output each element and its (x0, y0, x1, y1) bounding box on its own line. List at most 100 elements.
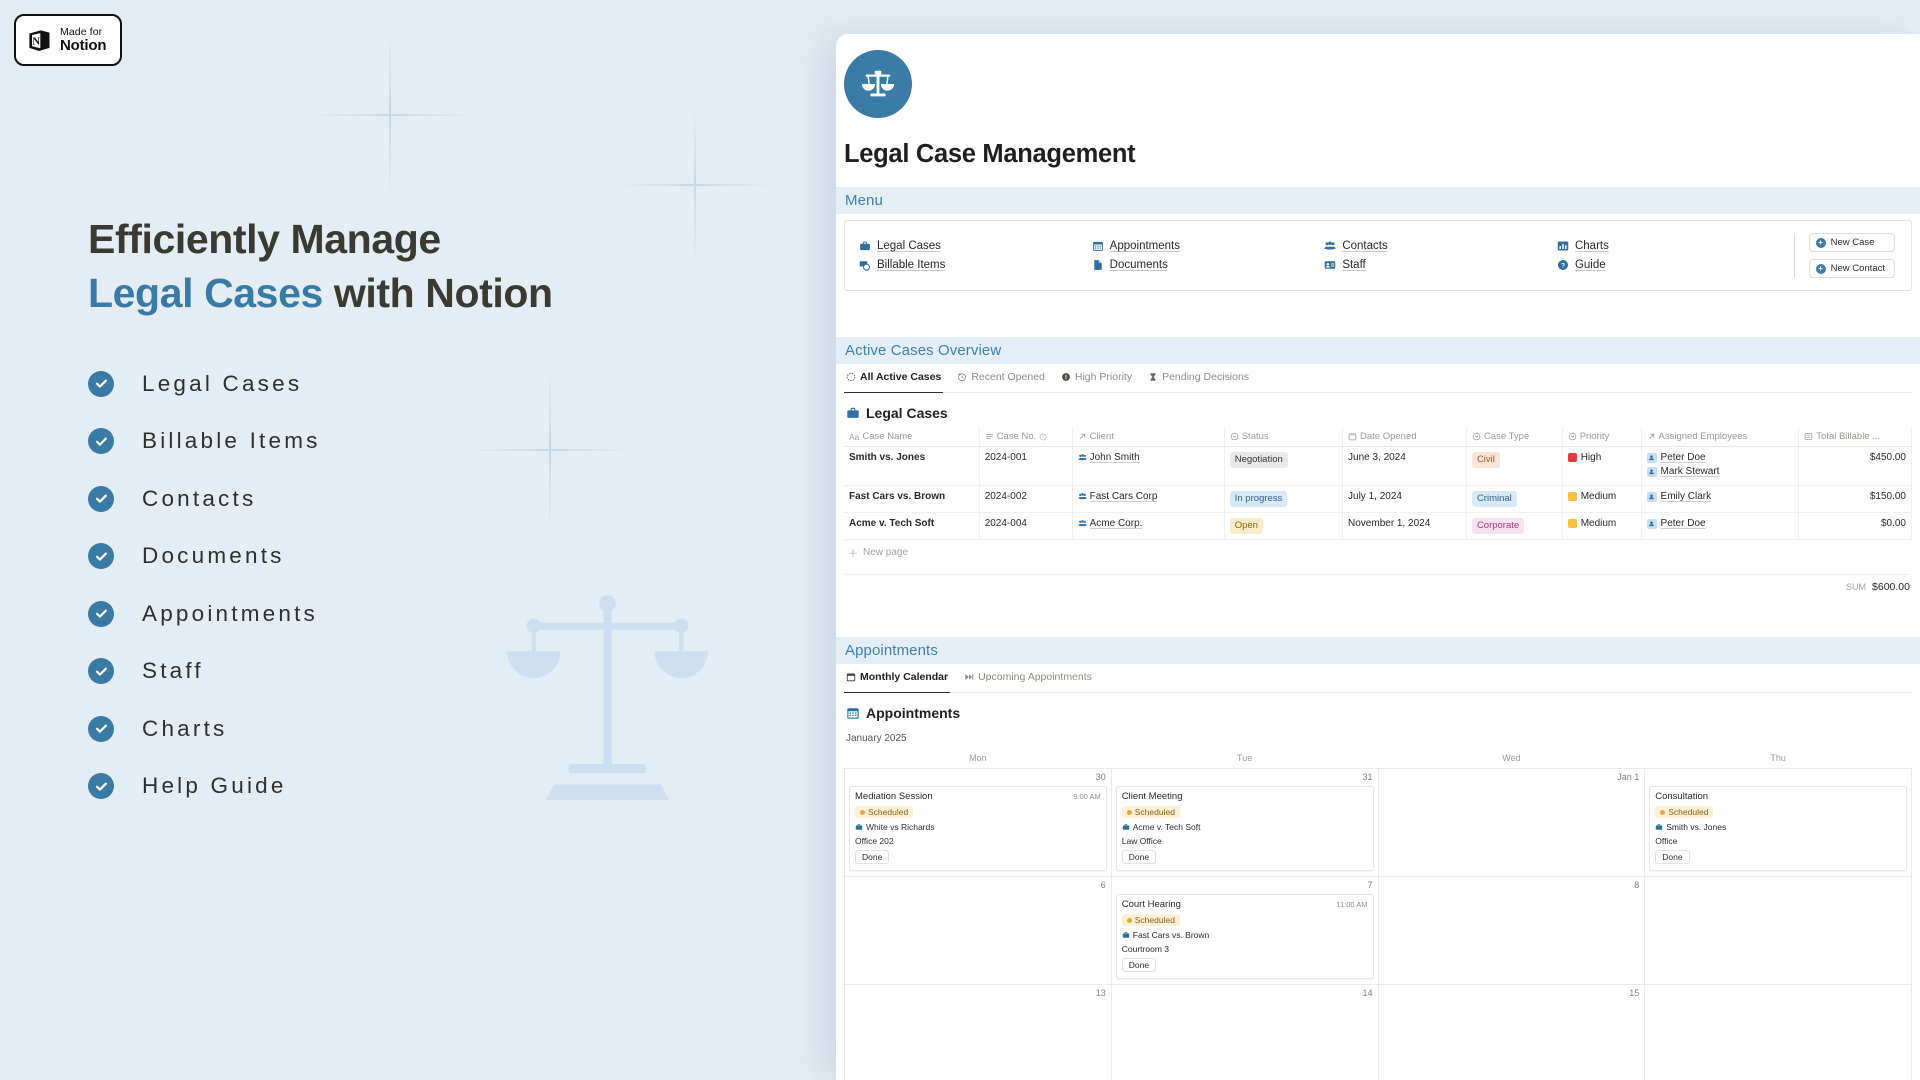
tab-pending-decisions[interactable]: Pending Decisions (1148, 371, 1249, 387)
menu-item-label: Contacts (1342, 240, 1388, 252)
cases-view-tabs: All Active Cases Recent Opened High Prio… (843, 364, 1912, 393)
calendar-week-row: 6 7 Court Hearing 11:00 AM Scheduled Fast… (844, 876, 1912, 985)
col-label: Case Type (1483, 431, 1530, 442)
menu-item-billable-items[interactable]: Billable Items (859, 259, 1092, 271)
menu-item-guide[interactable]: ? Guide (1557, 259, 1790, 271)
calendar-event[interactable]: Mediation Session 9:00 AM Scheduled White… (849, 786, 1107, 871)
menu-item-appointments[interactable]: Appointments (1092, 240, 1325, 252)
event-title: Client Meeting (1121, 791, 1183, 802)
col-case-type[interactable]: Case Type (1466, 427, 1563, 447)
document-icon (1093, 260, 1102, 270)
calendar-day-cell[interactable]: 15 (1377, 984, 1646, 1080)
new-contact-label: New Contact (1830, 263, 1885, 274)
col-status[interactable]: Status (1224, 427, 1344, 447)
badge-line-2: Notion (60, 36, 107, 54)
tab-all-active-cases[interactable]: All Active Cases (843, 371, 944, 393)
tab-monthly-calendar[interactable]: Monthly Calendar (843, 671, 951, 693)
menu-item-label: Appointments (1109, 240, 1180, 252)
briefcase-icon (1122, 932, 1129, 938)
calendar-day-cell[interactable] (1644, 984, 1912, 1080)
calendar-event[interactable]: Client Meeting Scheduled Acme v. Tech So… (1115, 786, 1374, 871)
menu-item-documents[interactable]: Documents (1092, 259, 1325, 271)
table-row[interactable]: Fast Cars vs. Brown 2024-002 Fast Cars C… (844, 485, 1912, 513)
svg-text:?: ? (1561, 263, 1565, 270)
col-priority[interactable]: Priority (1562, 427, 1642, 447)
check-circle-icon (88, 485, 114, 512)
event-done-button[interactable]: Done (1655, 850, 1690, 864)
select-icon (1568, 432, 1576, 441)
event-done-button[interactable]: Done (855, 850, 890, 864)
cell-case-no: 2024-001 (979, 446, 1073, 486)
employee-name: Emily Clark (1660, 491, 1712, 502)
col-label: Date Opened (1360, 431, 1417, 442)
calendar-day-cell[interactable]: Consultation Scheduled Smith vs. Jones O… (1644, 768, 1912, 877)
col-date-opened[interactable]: Date Opened (1342, 427, 1467, 447)
priority-swatch (1567, 453, 1577, 462)
calendar-day-cell[interactable]: 13 (844, 984, 1112, 1080)
circle-dashed-icon (846, 372, 856, 382)
cell-client: Fast Cars Corp (1072, 485, 1225, 513)
menu-item-charts[interactable]: Charts (1557, 240, 1790, 252)
day-number: 6 (1100, 880, 1106, 890)
day-number: 13 (1095, 988, 1106, 998)
menu-item-label: Legal Cases (877, 240, 941, 252)
weekday-mon: Mon (844, 750, 1112, 769)
calendar-day-cell[interactable]: 14 (1110, 984, 1379, 1080)
calendar-day-cell[interactable]: Jan 1 (1377, 768, 1646, 877)
scales-of-justice-icon (861, 70, 895, 97)
menu-item-contacts[interactable]: Contacts (1324, 240, 1557, 252)
status-dot-icon (860, 809, 865, 815)
col-client[interactable]: Client (1072, 427, 1225, 447)
money-icon (859, 261, 871, 271)
cell-status: Open (1224, 512, 1344, 540)
client-name: John Smith (1089, 452, 1140, 463)
col-case-name[interactable]: Aa Case Name (844, 427, 980, 447)
notion-cube-icon: N (29, 30, 50, 51)
event-place: Office (1655, 836, 1678, 846)
event-status-badge: Scheduled (1655, 806, 1714, 818)
col-label: Priority (1579, 431, 1610, 442)
new-case-button[interactable]: + New Case (1808, 233, 1895, 252)
event-done-button[interactable]: Done (1121, 850, 1157, 864)
cell-status: In progress (1224, 485, 1344, 513)
new-page-label: New page (863, 547, 909, 558)
menu-item-legal-cases[interactable]: Legal Cases (859, 240, 1092, 252)
relation-arrow-icon (1648, 433, 1654, 440)
menu-item-staff[interactable]: Staff (1324, 259, 1557, 271)
calendar-day-cell[interactable]: 7 Court Hearing 11:00 AM Scheduled Fast C… (1110, 876, 1379, 985)
table-row[interactable]: Smith vs. Jones 2024-001 John Smith Nego… (844, 446, 1912, 486)
page-title: Legal Case Management (844, 140, 1136, 168)
menu-column: Charts ? Guide (1557, 240, 1790, 271)
select-icon (1230, 432, 1238, 441)
new-contact-button[interactable]: + New Contact (1808, 259, 1895, 278)
status-dot-icon (1126, 917, 1132, 923)
cell-case-name: Acme v. Tech Soft (844, 512, 980, 540)
tab-recent-opened[interactable]: Recent Opened (957, 371, 1045, 387)
calendar-day-cell[interactable] (1644, 876, 1912, 985)
feature-item: Documents (88, 528, 708, 586)
client-name: Acme Corp. (1089, 518, 1143, 529)
col-case-no[interactable]: Case No. (979, 427, 1073, 447)
status-badge: Open (1229, 518, 1263, 534)
calendar-day-cell[interactable]: 31 Client Meeting Scheduled Acme v. Tech… (1110, 768, 1379, 877)
calendar-icon (1092, 241, 1103, 251)
calendar-day-cell[interactable]: 30 Mediation Session 9:00 AM Scheduled Wh… (844, 768, 1112, 877)
priority-swatch (1567, 492, 1577, 501)
tab-upcoming-appointments[interactable]: Upcoming Appointments (964, 671, 1092, 687)
tab-high-priority[interactable]: High Priority (1061, 371, 1132, 387)
tab-label: High Priority (1074, 371, 1133, 383)
legal-cases-table: Aa Case Name Case No. Client Status Date … (844, 427, 1912, 540)
col-total-billable[interactable]: Total Billable ... (1798, 427, 1912, 447)
priority-label: High (1580, 452, 1602, 463)
table-row[interactable]: Acme v. Tech Soft 2024-004 Acme Corp. Op… (844, 512, 1912, 540)
calendar-event[interactable]: Consultation Scheduled Smith vs. Jones O… (1649, 786, 1907, 871)
badge-line-1: Made for (60, 25, 103, 38)
new-page-button[interactable]: ＋ New page (848, 545, 1912, 560)
calendar-day-cell[interactable]: 6 (844, 876, 1112, 985)
calendar-day-cell[interactable]: 8 (1377, 876, 1646, 985)
cell-priority: Medium (1562, 485, 1642, 513)
calendar-event[interactable]: Court Hearing 11:00 AM Scheduled Fast Car… (1115, 894, 1374, 979)
plus-icon: ＋ (848, 549, 858, 560)
event-done-button[interactable]: Done (1121, 958, 1157, 972)
col-assigned-employees[interactable]: Assigned Employees (1641, 427, 1800, 447)
